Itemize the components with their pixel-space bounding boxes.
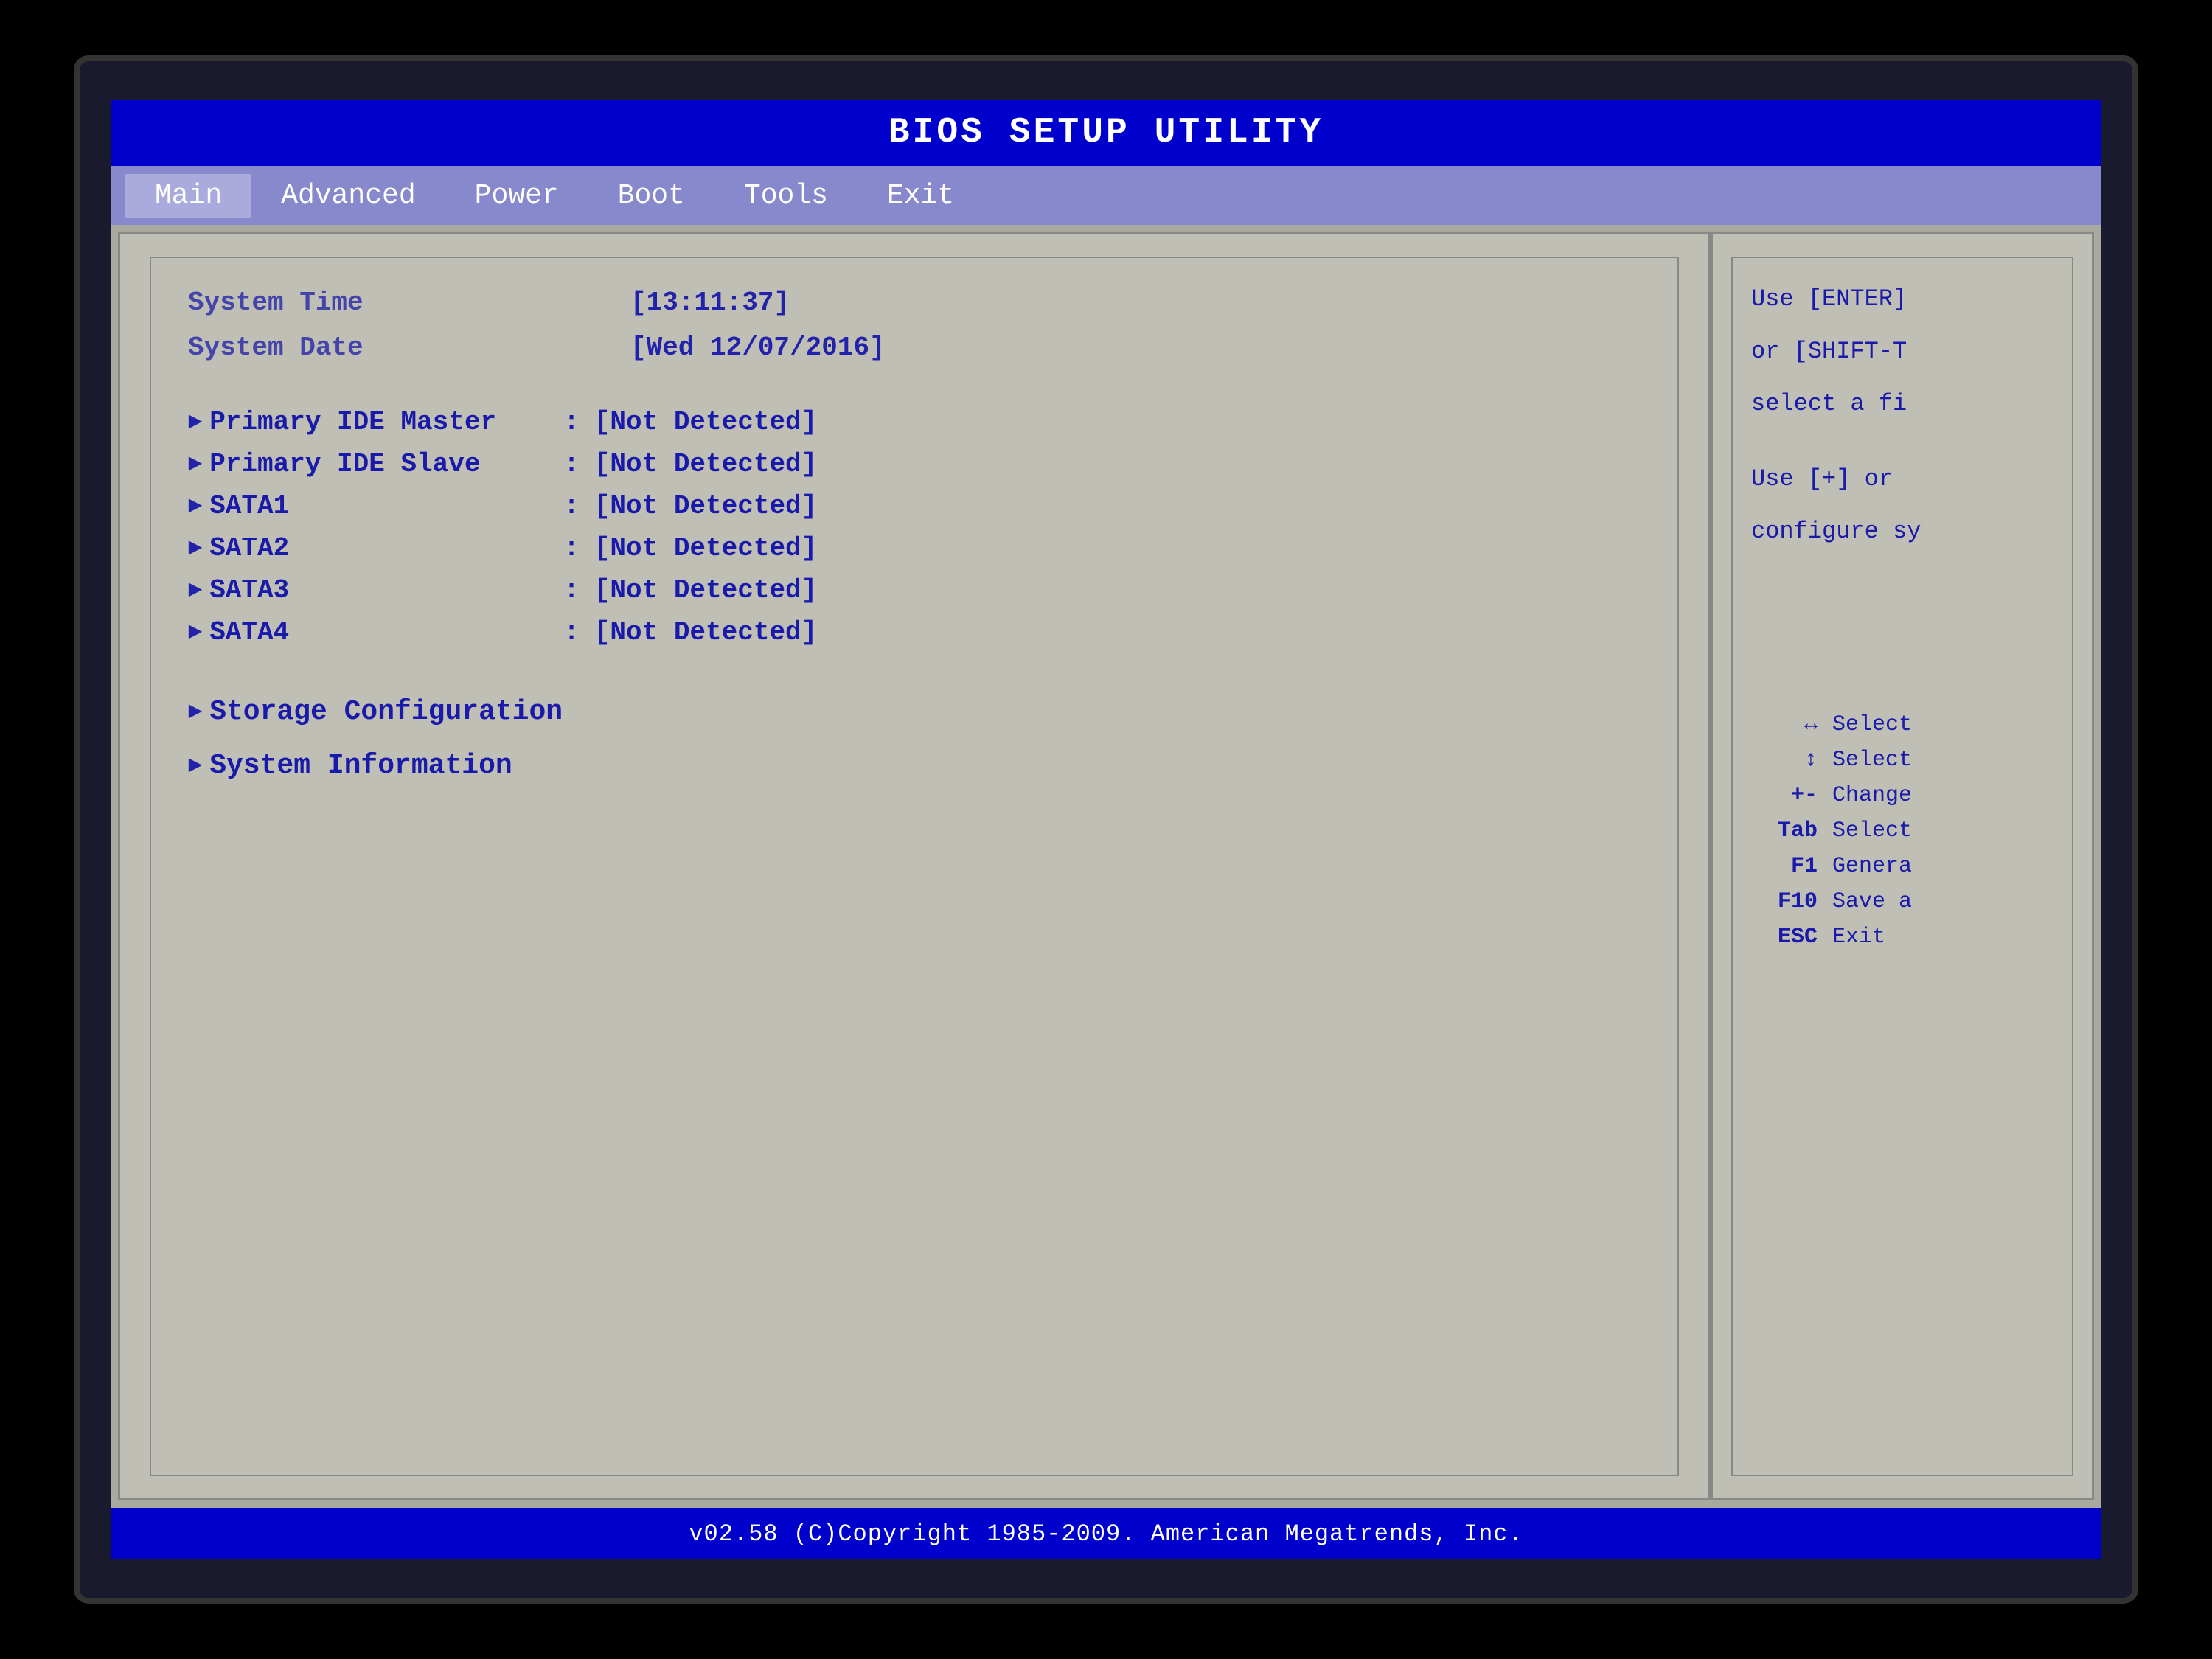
arrow-icon-primary-ide-slave: ► (188, 451, 202, 478)
arrow-icon-sata3: ► (188, 577, 202, 604)
help-text-1: Use [ENTER] (1751, 280, 2053, 318)
system-date-value[interactable]: [Wed 12/07/2016] (630, 333, 886, 363)
shortcut-row-tab: Tab Select (1751, 818, 2053, 844)
shortcut-desc-ud: Select (1832, 748, 1912, 773)
shortcut-desc-f10: Save a (1832, 889, 1912, 914)
shortcut-key-plusminus: +- (1751, 783, 1818, 808)
help-text-5: Use [+] or (1751, 460, 2053, 498)
colon-0: : (563, 407, 580, 437)
system-date-label: System Date (188, 333, 601, 363)
shortcut-desc-esc: Exit (1832, 925, 1885, 950)
status-bar: v02.58 (C)Copyright 1985-2009. American … (111, 1508, 2101, 1559)
right-panel: Use [ENTER] or [SHIFT-T select a fi Use … (1711, 232, 2094, 1500)
primary-ide-slave-label: Primary IDE Slave (209, 449, 563, 479)
arrow-icon-storage-config: ► (188, 698, 202, 726)
sata3-row[interactable]: ► SATA3 : [Not Detected] (188, 575, 1641, 605)
help-text-2: or [SHIFT-T (1751, 333, 2053, 370)
menu-item-boot[interactable]: Boot (588, 174, 714, 218)
main-panel-inner: System Time [13:11:37] System Date [Wed … (150, 257, 1679, 1476)
arrow-icon-sata2: ► (188, 535, 202, 562)
help-text-6: configure sy (1751, 512, 2053, 550)
primary-ide-master-status: [Not Detected] (594, 407, 817, 437)
system-date-row: System Date [Wed 12/07/2016] (188, 333, 1641, 363)
colon-2: : (563, 491, 580, 521)
colon-5: : (563, 617, 580, 647)
sata4-status: [Not Detected] (594, 617, 817, 647)
arrow-icon-system-info: ► (188, 752, 202, 779)
status-bar-text: v02.58 (C)Copyright 1985-2009. American … (689, 1520, 1523, 1548)
colon-4: : (563, 575, 580, 605)
sata4-row[interactable]: ► SATA4 : [Not Detected] (188, 617, 1641, 647)
menu-bar: Main Advanced Power Boot Tools Exit (111, 166, 2101, 225)
system-time-row: System Time [13:11:37] (188, 288, 1641, 318)
system-time-value[interactable]: [13:11:37] (630, 288, 790, 318)
shortcut-key-f1: F1 (1751, 854, 1818, 879)
sata1-label: SATA1 (209, 491, 563, 521)
middle-section: System Time [13:11:37] System Date [Wed … (111, 225, 2101, 1508)
shortcut-row-f1: F1 Genera (1751, 854, 2053, 879)
sata2-label: SATA2 (209, 533, 563, 563)
shortcut-key-ud: ↕ (1751, 748, 1818, 773)
primary-ide-master-row[interactable]: ► Primary IDE Master : [Not Detected] (188, 407, 1641, 437)
shortcut-desc-tab: Select (1832, 818, 1912, 844)
shortcut-row-esc: ESC Exit (1751, 925, 2053, 950)
primary-ide-slave-status: [Not Detected] (594, 449, 817, 479)
sata4-label: SATA4 (209, 617, 563, 647)
storage-config-label: Storage Configuration (209, 696, 563, 728)
help-text-3: select a fi (1751, 385, 2053, 422)
shortcut-row-f10: F10 Save a (1751, 889, 2053, 914)
menu-item-advanced[interactable]: Advanced (251, 174, 445, 218)
shortcut-key-tab: Tab (1751, 818, 1818, 844)
primary-ide-slave-row[interactable]: ► Primary IDE Slave : [Not Detected] (188, 449, 1641, 479)
sata2-row[interactable]: ► SATA2 : [Not Detected] (188, 533, 1641, 563)
shortcut-desc-f1: Genera (1832, 854, 1912, 879)
menu-item-main[interactable]: Main (125, 174, 251, 218)
screen: BIOS SETUP UTILITY Main Advanced Power B… (111, 100, 2101, 1559)
sata1-row[interactable]: ► SATA1 : [Not Detected] (188, 491, 1641, 521)
colon-1: : (563, 449, 580, 479)
shortcut-desc-lr: Select (1832, 712, 1912, 737)
system-info-row[interactable]: ► System Information (188, 750, 1641, 782)
shortcut-key-esc: ESC (1751, 925, 1818, 950)
colon-3: : (563, 533, 580, 563)
right-panel-inner: Use [ENTER] or [SHIFT-T select a fi Use … (1731, 257, 2073, 1476)
main-panel: System Time [13:11:37] System Date [Wed … (118, 232, 1711, 1500)
bios-title: BIOS SETUP UTILITY (888, 113, 1324, 153)
arrow-icon-primary-ide-master: ► (188, 408, 202, 436)
primary-ide-master-label: Primary IDE Master (209, 407, 563, 437)
system-time-label: System Time (188, 288, 601, 318)
shortcut-key-f10: F10 (1751, 889, 1818, 914)
shortcut-row-arrows-lr: ↔ Select (1751, 712, 2053, 737)
shortcut-key-lr: ↔ (1751, 712, 1818, 737)
sata2-status: [Not Detected] (594, 533, 817, 563)
storage-config-row[interactable]: ► Storage Configuration (188, 696, 1641, 728)
menu-item-power[interactable]: Power (445, 174, 588, 218)
menu-item-tools[interactable]: Tools (714, 174, 858, 218)
shortcut-row-arrows-ud: ↕ Select (1751, 748, 2053, 773)
shortcut-desc-plusminus: Change (1832, 783, 1912, 808)
sata3-status: [Not Detected] (594, 575, 817, 605)
menu-item-exit[interactable]: Exit (858, 174, 984, 218)
arrow-icon-sata4: ► (188, 619, 202, 646)
title-bar: BIOS SETUP UTILITY (111, 100, 2101, 166)
shortcut-row-plusminus: +- Change (1751, 783, 2053, 808)
monitor: BIOS SETUP UTILITY Main Advanced Power B… (74, 55, 2138, 1604)
sata1-status: [Not Detected] (594, 491, 817, 521)
sata3-label: SATA3 (209, 575, 563, 605)
system-info-label: System Information (209, 750, 512, 782)
arrow-icon-sata1: ► (188, 493, 202, 520)
